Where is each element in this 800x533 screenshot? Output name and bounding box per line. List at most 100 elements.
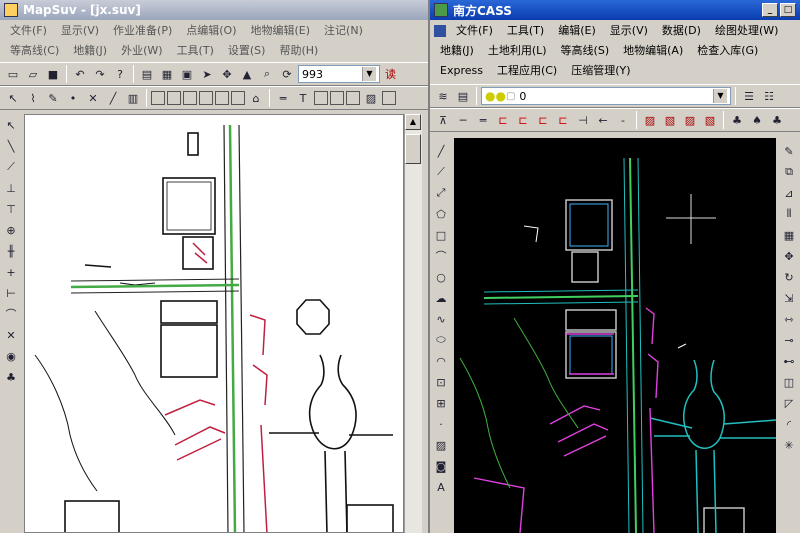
circle-icon[interactable]: ○ (432, 268, 450, 286)
select-icon[interactable]: ↖ (4, 89, 22, 107)
trim-icon[interactable]: ⊸ (780, 331, 798, 349)
text-icon[interactable]: T (294, 89, 312, 107)
menu-cadastre[interactable]: 地籍(J) (434, 41, 480, 61)
spline-icon[interactable]: ∿ (432, 310, 450, 328)
line-icon[interactable]: ╱ (104, 89, 122, 107)
menu-compress[interactable]: 压缩管理(Y) (565, 61, 636, 81)
symbol-icon[interactable] (346, 91, 360, 105)
polyline-icon[interactable]: ⟋ (432, 163, 450, 181)
ortho-icon[interactable]: ⊼ (434, 111, 452, 129)
cloud-icon[interactable]: ☁ (432, 289, 450, 307)
symbol-icon[interactable] (215, 91, 229, 105)
menu-view[interactable]: 显示(V) (55, 21, 105, 41)
layer-icon[interactable]: ▤ (138, 65, 156, 83)
polygon-icon[interactable]: ⬠ (432, 205, 450, 223)
block-icon[interactable]: ▥ (124, 89, 142, 107)
rectangle-icon[interactable]: □ (432, 226, 450, 244)
scale-icon[interactable]: ⇲ (780, 289, 798, 307)
grid-icon[interactable]: ▦ (158, 65, 176, 83)
chevron-down-icon[interactable]: ▼ (362, 67, 376, 81)
array-icon[interactable]: ▦ (780, 226, 798, 244)
symbol-icon[interactable] (382, 91, 396, 105)
layer-list-icon[interactable]: ☷ (760, 87, 778, 105)
read-button[interactable]: 读 (385, 66, 396, 82)
menu-express[interactable]: Express (434, 61, 489, 81)
help-icon[interactable]: ? (111, 65, 129, 83)
select-arrow-icon[interactable]: ➤ (198, 65, 216, 83)
symbol-icon[interactable] (314, 91, 328, 105)
measure-icon[interactable]: ⊢ (2, 284, 20, 302)
close-x-icon[interactable]: ✕ (2, 326, 20, 344)
double-line-icon[interactable]: ═ (474, 111, 492, 129)
layers-icon[interactable]: ≋ (434, 87, 452, 105)
mapsuv-map-canvas[interactable] (24, 114, 404, 533)
menu-help[interactable]: 帮助(H) (273, 41, 324, 61)
symbol-icon[interactable] (199, 91, 213, 105)
offset-icon[interactable]: ⫴ (780, 205, 798, 223)
dash-icon[interactable]: ‐ (614, 111, 632, 129)
bracket-icon[interactable]: ⊏ (554, 111, 572, 129)
erase-icon[interactable]: ✎ (780, 142, 798, 160)
house-icon[interactable]: ⌂ (247, 89, 265, 107)
hatch-icon[interactable]: ▨ (681, 111, 699, 129)
triangle-icon[interactable]: ▲ (238, 65, 256, 83)
menu-file[interactable]: 文件(F) (450, 21, 499, 41)
menu-edit[interactable]: 编辑(E) (552, 21, 602, 41)
menu-contour[interactable]: 等高线(C) (4, 41, 65, 61)
move-icon[interactable]: ✥ (780, 247, 798, 265)
ellipse-arc-icon[interactable]: ◠ (432, 352, 450, 370)
tree-icon[interactable]: ♣ (2, 368, 20, 386)
chamfer-icon[interactable]: ◸ (780, 394, 798, 412)
map-icon[interactable]: ▣ (178, 65, 196, 83)
scroll-thumb[interactable] (405, 134, 421, 164)
cass-titlebar[interactable]: 南方CASS _ □ (430, 0, 800, 20)
pole-icon[interactable]: ⊤ (2, 200, 20, 218)
insert-block-icon[interactable]: ⊡ (432, 373, 450, 391)
new-file-icon[interactable]: ▭ (4, 65, 22, 83)
menu-drawing[interactable]: 绘图处理(W) (709, 21, 784, 41)
menu-tools[interactable]: 工具(T) (501, 21, 550, 41)
hatch-icon[interactable]: ▨ (362, 89, 380, 107)
explode-icon[interactable]: ✳ (780, 436, 798, 454)
symbol-icon[interactable] (231, 91, 245, 105)
zoom-icon[interactable]: ⌕ (258, 65, 276, 83)
map-vertical-scrollbar[interactable]: ▲ (404, 114, 422, 533)
menu-cadastre[interactable]: 地籍(J) (67, 41, 113, 61)
menu-land-use[interactable]: 土地利用(L) (482, 41, 553, 61)
save-icon[interactable]: ■ (44, 65, 62, 83)
region-icon[interactable]: ◙ (432, 457, 450, 475)
road-icon[interactable]: ═ (274, 89, 292, 107)
extend-icon[interactable]: ⊷ (780, 352, 798, 370)
symbol-icon[interactable] (167, 91, 181, 105)
break-icon[interactable]: ◫ (780, 373, 798, 391)
make-block-icon[interactable]: ⊞ (432, 394, 450, 412)
maximize-icon[interactable]: □ (780, 3, 796, 17)
menu-prepare[interactable]: 作业准备(P) (107, 21, 178, 41)
point-icon[interactable]: • (64, 89, 82, 107)
arc-icon[interactable]: ⌒ (432, 247, 450, 265)
menu-tools[interactable]: 工具(T) (171, 41, 220, 61)
hatch-icon[interactable]: ▨ (641, 111, 659, 129)
tree-icon[interactable]: ♣ (768, 111, 786, 129)
construction-line-icon[interactable]: ⤢ (432, 184, 450, 202)
text-icon[interactable]: A (432, 478, 450, 496)
connect-icon[interactable]: ⊣ (574, 111, 592, 129)
polyline-icon[interactable]: ⟋ (2, 158, 20, 176)
symbol-icon[interactable] (330, 91, 344, 105)
fillet-icon[interactable]: ◜ (780, 415, 798, 433)
menu-data[interactable]: 数据(D) (656, 21, 707, 41)
bracket-icon[interactable]: ⊏ (534, 111, 552, 129)
line-icon[interactable]: ╲ (2, 137, 20, 155)
menu-settings[interactable]: 设置(S) (222, 41, 272, 61)
line-icon[interactable]: ╱ (432, 142, 450, 160)
layer-code-select[interactable]: 993 ▼ (298, 65, 380, 83)
menu-feature-edit[interactable]: 地物编辑(E) (245, 21, 317, 41)
symbol-icon[interactable] (183, 91, 197, 105)
rotate-icon[interactable]: ↻ (780, 268, 798, 286)
select-icon[interactable]: ↖ (2, 116, 20, 134)
menu-file[interactable]: 文件(F) (4, 21, 53, 41)
globe-icon[interactable]: ◉ (2, 347, 20, 365)
bracket-icon[interactable]: ⊏ (494, 111, 512, 129)
layer-select[interactable]: ● ● ▢ 0 ▼ (481, 87, 731, 105)
copy-icon[interactable]: ⧉ (780, 163, 798, 181)
